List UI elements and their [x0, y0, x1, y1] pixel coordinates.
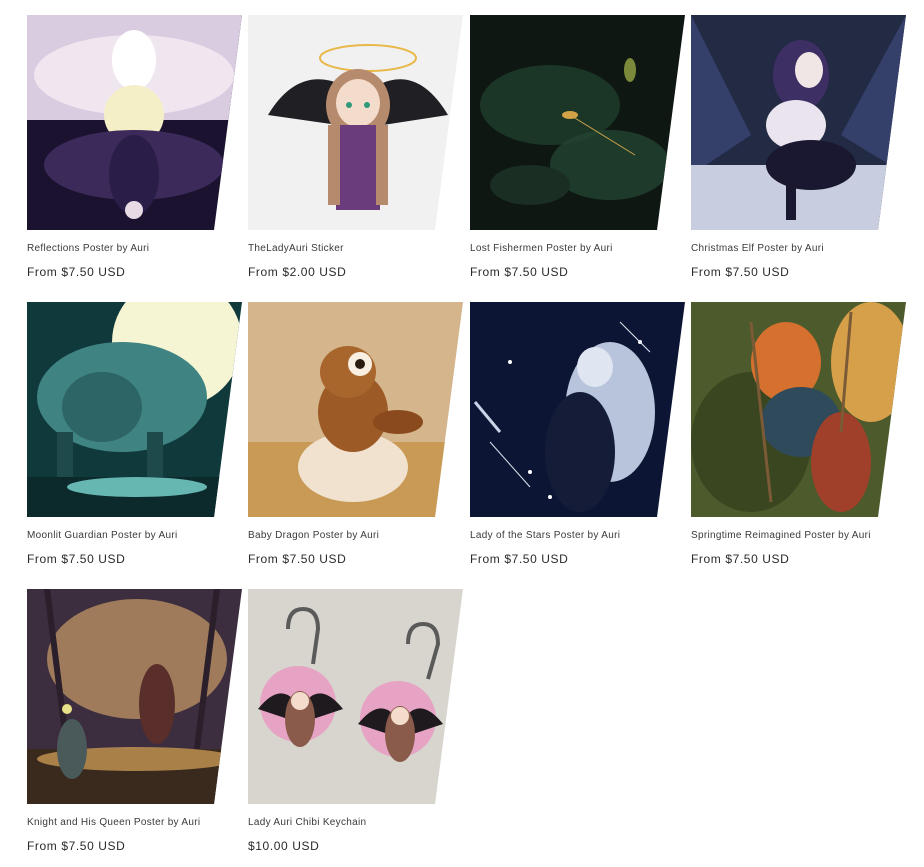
- product-title[interactable]: Christmas Elf Poster by Auri: [691, 243, 824, 254]
- product-price: From $7.50 USD: [691, 265, 790, 279]
- product-title[interactable]: Lady of the Stars Poster by Auri: [470, 530, 620, 541]
- product-card[interactable]: Lady of the Stars Poster by Auri From $7…: [470, 302, 685, 572]
- product-image[interactable]: [691, 302, 906, 517]
- product-title[interactable]: Springtime Reimagined Poster by Auri: [691, 530, 871, 541]
- product-title[interactable]: Knight and His Queen Poster by Auri: [27, 817, 200, 828]
- product-image[interactable]: [470, 302, 685, 517]
- product-title[interactable]: TheLadyAuri Sticker: [248, 243, 344, 254]
- product-image[interactable]: [470, 15, 685, 230]
- product-card[interactable]: Reflections Poster by Auri From $7.50 US…: [27, 15, 242, 285]
- product-card[interactable]: Baby Dragon Poster by Auri From $7.50 US…: [248, 302, 463, 572]
- product-title[interactable]: Reflections Poster by Auri: [27, 243, 149, 254]
- product-title[interactable]: Lady Auri Chibi Keychain: [248, 817, 366, 828]
- product-image[interactable]: [248, 302, 463, 517]
- product-price: From $7.50 USD: [248, 552, 347, 566]
- product-image[interactable]: [27, 15, 242, 230]
- product-card[interactable]: Lady Auri Chibi Keychain $10.00 USD: [248, 589, 463, 859]
- product-image[interactable]: [248, 15, 463, 230]
- product-grid: Reflections Poster by Auri From $7.50 US…: [0, 0, 924, 867]
- product-title[interactable]: Moonlit Guardian Poster by Auri: [27, 530, 177, 541]
- product-price: From $7.50 USD: [27, 839, 126, 853]
- product-card[interactable]: Knight and His Queen Poster by Auri From…: [27, 589, 242, 859]
- product-price: From $7.50 USD: [470, 265, 569, 279]
- product-image[interactable]: [691, 15, 906, 230]
- product-price: From $7.50 USD: [470, 552, 569, 566]
- product-image[interactable]: [248, 589, 463, 804]
- product-title[interactable]: Lost Fishermen Poster by Auri: [470, 243, 613, 254]
- product-price: From $7.50 USD: [691, 552, 790, 566]
- product-price: From $2.00 USD: [248, 265, 347, 279]
- product-card[interactable]: TheLadyAuri Sticker From $2.00 USD: [248, 15, 463, 285]
- product-price: From $7.50 USD: [27, 552, 126, 566]
- product-title[interactable]: Baby Dragon Poster by Auri: [248, 530, 379, 541]
- product-card[interactable]: Christmas Elf Poster by Auri From $7.50 …: [691, 15, 906, 285]
- product-price: From $7.50 USD: [27, 265, 126, 279]
- product-card[interactable]: Lost Fishermen Poster by Auri From $7.50…: [470, 15, 685, 285]
- product-card[interactable]: Springtime Reimagined Poster by Auri Fro…: [691, 302, 906, 572]
- product-card[interactable]: Moonlit Guardian Poster by Auri From $7.…: [27, 302, 242, 572]
- product-image[interactable]: [27, 589, 242, 804]
- product-image[interactable]: [27, 302, 242, 517]
- product-price: $10.00 USD: [248, 839, 320, 853]
